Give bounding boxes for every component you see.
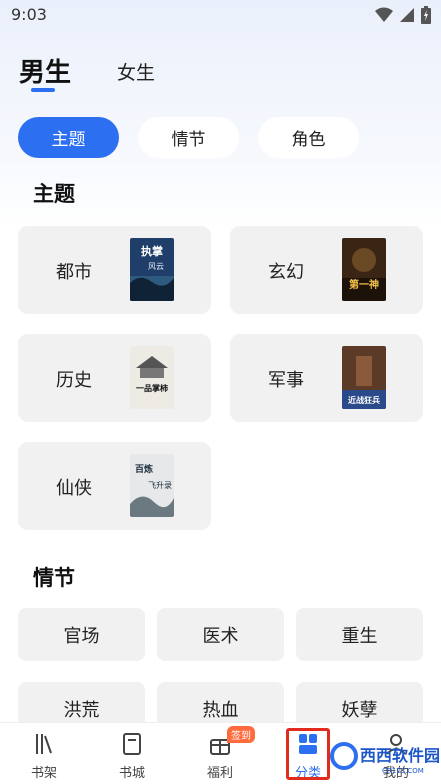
svg-text:近战狂兵: 近战狂兵 xyxy=(348,395,380,405)
book-cover: 百炼 飞升录 xyxy=(130,454,174,517)
watermark-logo: 西西软件园 CR173.COM xyxy=(330,742,440,775)
svg-text:百炼: 百炼 xyxy=(135,463,153,475)
nav-item-bookshelf[interactable]: 书架 xyxy=(14,723,74,784)
plot-chip-medicine[interactable]: 医术 xyxy=(157,608,284,661)
highlight-box xyxy=(286,728,330,780)
genre-card-urban[interactable]: 都市 执掌 风云 xyxy=(18,226,211,314)
genre-card-xianxia[interactable]: 仙侠 百炼 飞升录 xyxy=(18,442,211,530)
genre-card-history[interactable]: 历史 一品掌柿 xyxy=(18,334,211,422)
svg-text:风云: 风云 xyxy=(148,262,164,271)
chip-role[interactable]: 角色 xyxy=(258,117,359,158)
wifi-icon xyxy=(375,7,393,22)
book-cover: 第一神 xyxy=(342,238,386,301)
chip-theme[interactable]: 主题 xyxy=(18,117,119,158)
chip-plot[interactable]: 情节 xyxy=(138,117,239,158)
svg-text:执掌: 执掌 xyxy=(141,244,163,258)
status-bar: 9:03 xyxy=(0,0,441,30)
genre-card-military[interactable]: 军事 近战狂兵 xyxy=(230,334,423,422)
tab-male[interactable]: 男生 xyxy=(19,52,71,89)
section-title-theme: 主题 xyxy=(33,182,75,206)
book-cover: 近战狂兵 xyxy=(342,346,386,409)
genre-name: 历史 xyxy=(56,370,92,391)
nav-label: 书城 xyxy=(118,766,145,781)
genre-name: 都市 xyxy=(56,262,92,283)
plot-chip-officialdom[interactable]: 官场 xyxy=(18,608,145,661)
active-tab-indicator xyxy=(31,88,55,92)
nav-label: 福利 xyxy=(206,766,233,781)
genre-name: 仙侠 xyxy=(56,478,92,499)
svg-text:CR173.COM: CR173.COM xyxy=(382,767,424,775)
status-icons xyxy=(375,6,431,24)
tab-female[interactable]: 女生 xyxy=(117,58,155,85)
genre-name: 军事 xyxy=(268,370,304,391)
plot-chip-rebirth[interactable]: 重生 xyxy=(296,608,423,661)
svg-text:西西软件园: 西西软件园 xyxy=(360,746,440,765)
book-icon xyxy=(123,733,141,755)
battery-icon xyxy=(421,6,431,24)
book-cover: 执掌 风云 xyxy=(130,238,174,301)
checkin-badge: 签到 xyxy=(227,726,255,743)
genre-card-fantasy[interactable]: 玄幻 第一神 xyxy=(230,226,423,314)
section-title-plot: 情节 xyxy=(33,566,75,590)
genre-name: 玄幻 xyxy=(268,262,304,283)
svg-text:一品掌柿: 一品掌柿 xyxy=(136,383,168,393)
book-cover: 一品掌柿 xyxy=(130,346,174,409)
svg-text:飞升录: 飞升录 xyxy=(148,481,172,490)
status-time: 9:03 xyxy=(11,5,47,24)
bookshelf-icon xyxy=(36,734,52,754)
signal-icon xyxy=(400,8,414,22)
svg-text:第一神: 第一神 xyxy=(349,278,379,291)
nav-label: 书架 xyxy=(30,766,57,781)
nav-item-bookstore[interactable]: 书城 xyxy=(102,723,162,784)
